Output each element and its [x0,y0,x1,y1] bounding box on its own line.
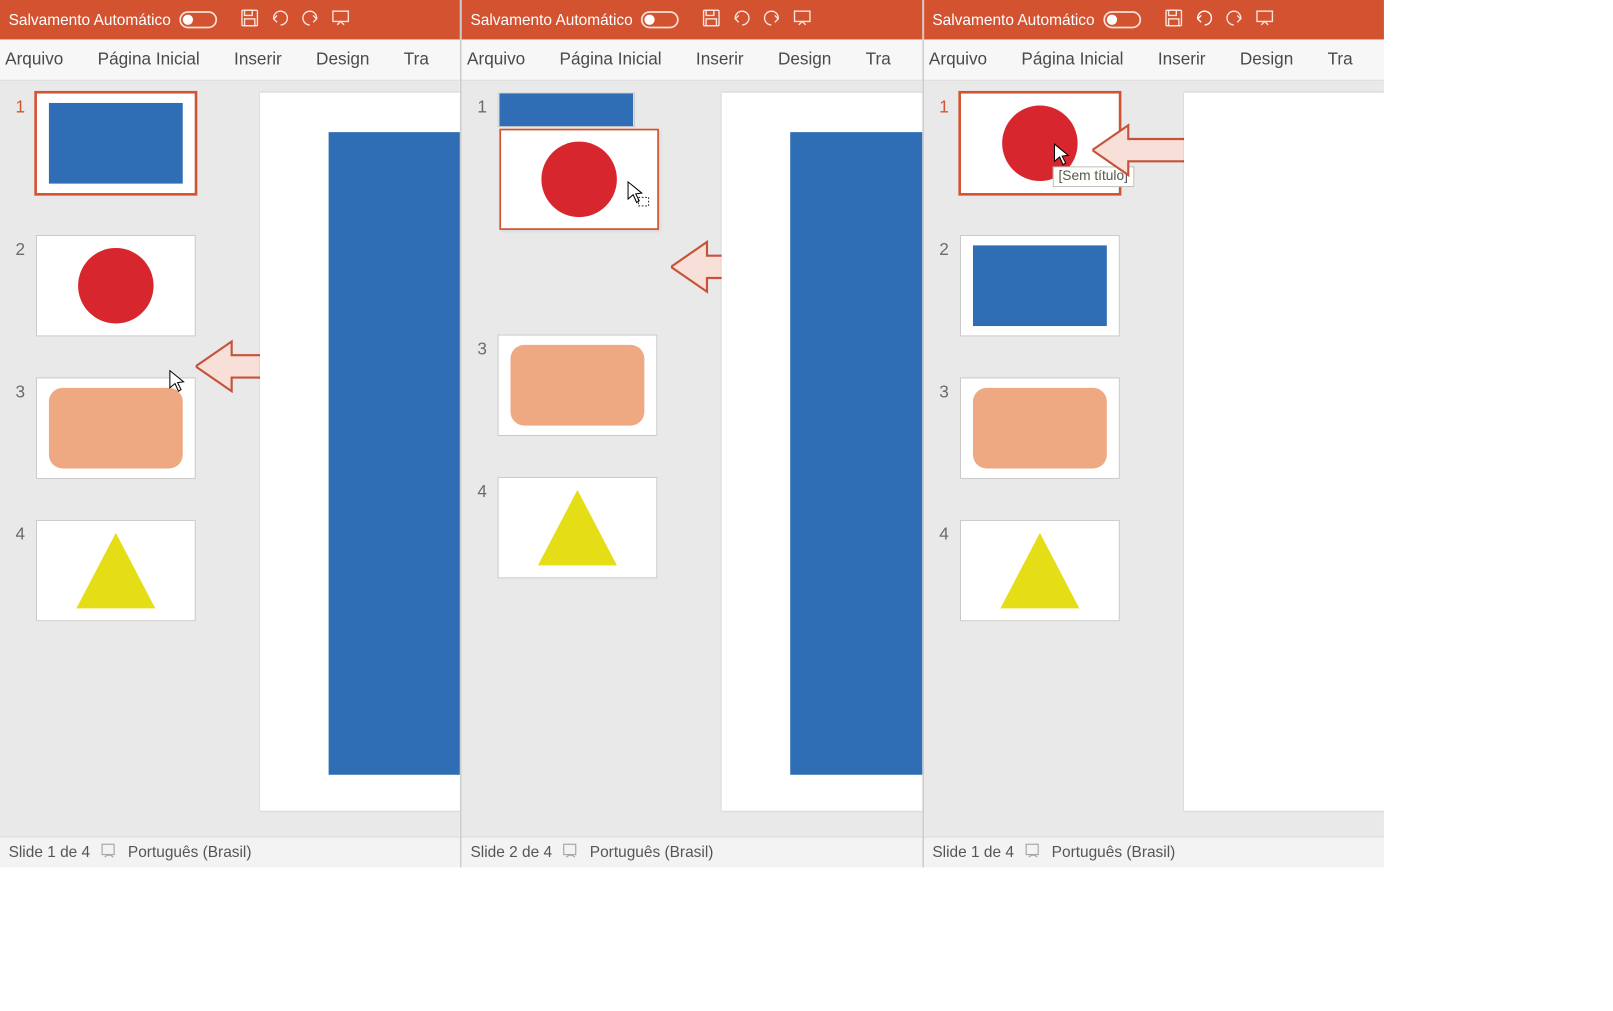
ribbon-tabs: Arquivo Página Inicial Inserir Design Tra [0,39,460,80]
slide-thumbnail[interactable] [960,378,1120,479]
slide-thumbnail[interactable] [498,93,635,127]
save-icon[interactable] [239,7,260,32]
slide-number: 4 [15,520,25,545]
slide-thumbnail-panel: 1 2 3 4 [0,81,221,837]
ribbon-tab[interactable]: Tra [864,48,893,71]
spellcheck-icon[interactable] [1024,842,1041,863]
slide-thumbnail-panel: 1 2 3 4 [Sem título] [924,81,1145,837]
autosave-label: Salvamento Automático [9,11,171,29]
undo-icon[interactable] [269,7,293,32]
language-label[interactable]: Português (Brasil) [1052,843,1176,861]
undo-icon[interactable] [1192,7,1216,32]
title-bar: Salvamento Automático [462,0,922,39]
slide-thumbnail-panel: 1 3 4 [462,81,683,837]
app-pane-1: Salvamento Automático Arquivo Página Inic… [0,0,462,867]
ribbon-tab[interactable]: Inserir [1156,48,1207,71]
slide-thumbnail[interactable] [960,520,1120,621]
slide-thumbnail[interactable] [36,378,196,479]
ribbon-tab[interactable]: Design [1238,48,1295,71]
slide-editor[interactable] [1145,81,1384,837]
slide-counter: Slide 2 de 4 [470,843,552,861]
title-bar: Salvamento Automático [0,0,460,39]
slide-number: 3 [939,378,949,403]
slide-number: 3 [477,335,487,360]
app-pane-2: Salvamento Automático Arquivo Página Inic… [462,0,924,867]
ribbon-tab[interactable]: Inserir [232,48,283,71]
slide-number: 4 [477,477,487,502]
app-pane-3: Salvamento Automático Arquivo Página Inic… [924,0,1384,867]
slide-thumbnail[interactable] [498,335,658,436]
work-area: 1 2 3 4 [0,81,460,837]
slide-number: 1 [939,93,949,118]
status-bar: Slide 1 de 4 Português (Brasil) [924,837,1384,868]
autosave-label: Salvamento Automático [932,11,1094,29]
status-bar: Slide 1 de 4 Português (Brasil) [0,837,460,868]
autosave-label: Salvamento Automático [470,11,632,29]
slide-thumbnail[interactable] [498,477,658,578]
slide-thumbnail[interactable] [36,93,196,194]
ribbon-tab[interactable]: Tra [1326,48,1355,71]
ribbon-tab[interactable]: Arquivo [927,48,989,71]
slide-number: 1 [15,93,25,118]
slide-counter: Slide 1 de 4 [9,843,91,861]
save-icon[interactable] [1163,7,1184,32]
spellcheck-icon[interactable] [562,842,579,863]
spellcheck-icon[interactable] [100,842,117,863]
language-label[interactable]: Português (Brasil) [128,843,252,861]
present-icon[interactable] [330,7,351,32]
slide-number: 2 [15,235,25,260]
ribbon-tab[interactable]: Arquivo [3,48,65,71]
undo-icon[interactable] [731,7,755,32]
status-bar: Slide 2 de 4 Português (Brasil) [462,837,922,868]
work-area: 1 3 4 [462,81,922,837]
redo-icon[interactable] [1225,7,1246,32]
work-area: 1 2 3 4 [Sem título] [924,81,1384,837]
slide-thumbnail[interactable] [960,235,1120,336]
slide-number: 2 [939,235,949,260]
ribbon-tabs: Arquivo Página Inicial Inserir Design Tra [924,39,1384,80]
slide-editor[interactable] [683,81,922,837]
slide-number: 4 [939,520,949,545]
slide-thumbnail[interactable] [960,93,1120,194]
language-label[interactable]: Português (Brasil) [590,843,714,861]
current-slide-canvas[interactable] [1184,93,1384,811]
ribbon-tab[interactable]: Página Inicial [96,48,202,71]
redo-icon[interactable] [763,7,784,32]
title-bar: Salvamento Automático [924,0,1384,39]
ribbon-tab[interactable]: Design [314,48,371,71]
ribbon-tab[interactable]: Arquivo [465,48,527,71]
autosave-toggle[interactable] [179,11,217,28]
slide-number: 3 [15,378,25,403]
slide-number: 1 [477,93,487,118]
slide-counter: Slide 1 de 4 [932,843,1014,861]
slide-editor[interactable] [221,81,460,837]
ribbon-tab[interactable]: Tra [402,48,431,71]
redo-icon[interactable] [301,7,322,32]
present-icon[interactable] [792,7,813,32]
ribbon-tab[interactable]: Inserir [694,48,745,71]
slide-thumbnail[interactable] [36,235,196,336]
current-slide-canvas[interactable] [260,93,460,811]
blue-rectangle-shape[interactable] [329,132,461,775]
ribbon-tabs: Arquivo Página Inicial Inserir Design Tra [462,39,922,80]
present-icon[interactable] [1254,7,1275,32]
blue-rectangle-shape[interactable] [790,132,922,775]
autosave-toggle[interactable] [641,11,679,28]
ribbon-tab[interactable]: Página Inicial [558,48,664,71]
save-icon[interactable] [701,7,722,32]
slide-thumbnail[interactable] [36,520,196,621]
ribbon-tab[interactable]: Design [776,48,833,71]
dragging-slide-ghost[interactable] [500,129,660,230]
autosave-toggle[interactable] [1103,11,1141,28]
ribbon-tab[interactable]: Página Inicial [1020,48,1126,71]
current-slide-canvas[interactable] [722,93,922,811]
